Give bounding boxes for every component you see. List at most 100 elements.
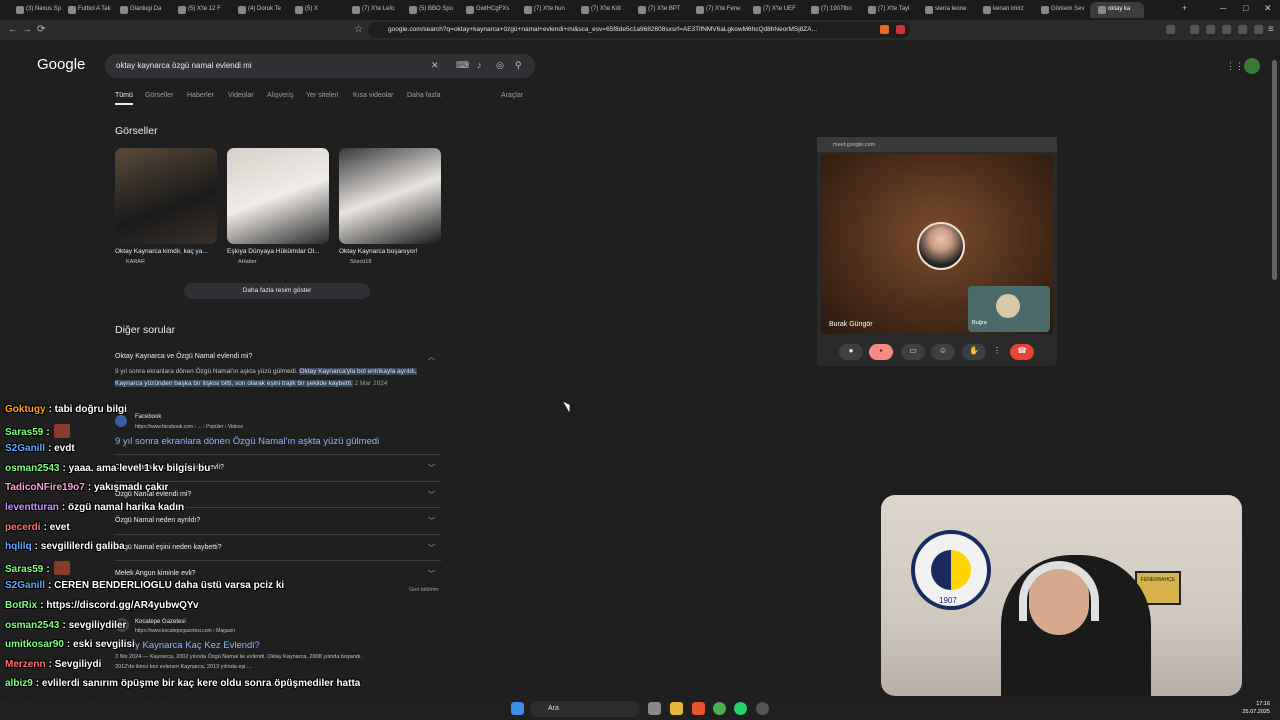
image-caption[interactable]: Oktay Kaynarca boşanıyor! [339, 248, 439, 255]
chat-username[interactable]: umitkosar90 [5, 639, 64, 650]
browser-tab[interactable]: (4) Doruk Te [230, 2, 284, 18]
browser-tab[interactable]: kenan imirz [975, 2, 1029, 18]
filter-shopping[interactable]: Alışveriş [267, 92, 293, 99]
question-row[interactable]: Özgü Namal eşini neden kaybetti? ﹀ [115, 534, 441, 560]
browser-tab[interactable]: (7) X'te UEF [745, 2, 799, 18]
meet-pip-window[interactable]: meet.google.com Burak Güngör Buğra ● ▪ ▭… [817, 137, 1057, 366]
browser-tab[interactable]: Glanlugi Da [112, 2, 166, 18]
brave-icon[interactable] [692, 702, 705, 715]
tools-button[interactable]: Araçlar [501, 92, 523, 99]
browser-tab[interactable]: (7) X'te Tayl [860, 2, 914, 18]
chat-username[interactable]: Goktugy [5, 404, 46, 415]
browser-tab[interactable]: (3) Nexus Sp [8, 2, 62, 18]
chat-username[interactable]: pecerdi [5, 522, 41, 533]
chat-username[interactable]: osman2543 [5, 620, 59, 631]
start-icon[interactable] [511, 702, 524, 715]
bookmark-icon[interactable]: ☆ [354, 24, 363, 35]
filter-news[interactable]: Haberler [187, 92, 214, 99]
forward-icon[interactable]: → [22, 24, 32, 35]
taskbar-search[interactable]: Ara [530, 701, 640, 717]
browser-tab[interactable]: GwtHCgFXs [458, 2, 512, 18]
browser-tab[interactable]: Görkem Sev [1033, 2, 1087, 18]
wallet-icon[interactable] [1222, 25, 1231, 34]
google-logo[interactable]: Google [37, 56, 85, 73]
vpn-icon[interactable] [1254, 25, 1263, 34]
image-caption[interactable]: Eşkıya Dünyaya Hükümdar Ol... [227, 248, 327, 255]
image-caption[interactable]: Oktay Kaynarca kimdir, kaç ya... [115, 248, 215, 255]
new-tab-button[interactable]: + [1182, 3, 1187, 13]
menu-icon[interactable]: ≡ [1268, 24, 1274, 35]
media-icon[interactable] [1190, 25, 1199, 34]
chat-username[interactable]: Saras59 [5, 427, 43, 438]
sidebar-icon[interactable] [1166, 25, 1175, 34]
explorer-icon[interactable] [670, 702, 683, 715]
result-title[interactable]: Oktay Kaynarca Kaç Kez Evlendi? [115, 640, 260, 651]
filter-all[interactable]: Tümü [115, 92, 133, 105]
more-images-button[interactable]: Daha fazla resim göster [184, 283, 370, 299]
emoji-icon[interactable]: ☺ [931, 344, 955, 360]
clear-icon[interactable]: ✕ [431, 60, 439, 71]
filter-more[interactable]: Daha fazla [407, 92, 440, 99]
whatsapp-icon[interactable] [734, 702, 747, 715]
taskview-icon[interactable] [648, 702, 661, 715]
mic-icon[interactable]: ♪ [477, 60, 482, 70]
url-field[interactable]: google.com/search?q=oktay+kaynarca+özgü+… [368, 22, 910, 38]
chat-username[interactable]: BotRix [5, 600, 37, 611]
chat-username[interactable]: Merzenn [5, 659, 46, 670]
chat-username[interactable]: S2Ganill [5, 443, 45, 454]
scrollbar[interactable] [1272, 60, 1277, 280]
obs-icon[interactable] [756, 702, 769, 715]
extension-icon[interactable] [896, 25, 905, 34]
image-result[interactable] [339, 148, 441, 244]
browser-tab[interactable]: (7) X'te Lefo [344, 2, 398, 18]
browser-tab[interactable]: oktay ka [1090, 2, 1144, 18]
filter-places[interactable]: Yer siteleri [306, 92, 338, 99]
present-icon[interactable]: ▭ [901, 344, 925, 360]
image-result[interactable] [227, 148, 329, 244]
chat-username[interactable]: Saras59 [5, 564, 43, 575]
leo-icon[interactable] [1238, 25, 1247, 34]
clock[interactable]: 17:16 25.07.2025 [1242, 700, 1270, 716]
browser-tab[interactable]: (7) X'te Köt [573, 2, 627, 18]
chat-username[interactable]: osman2543 [5, 463, 59, 474]
browser-tab[interactable]: (7) X'te hun [516, 2, 570, 18]
image-result[interactable] [115, 148, 217, 244]
mic-icon[interactable]: ● [839, 344, 863, 360]
browser-tab[interactable]: (7) X'te BPT [630, 2, 684, 18]
camera-off-icon[interactable]: ▪ [869, 344, 893, 360]
browser-tab[interactable]: (5) X'te 12 F [170, 2, 224, 18]
maximize-button[interactable]: □ [1243, 3, 1248, 13]
browser-tab[interactable]: sierra leone [917, 2, 971, 18]
filter-videos[interactable]: Videolar [228, 92, 254, 99]
raise-hand-icon[interactable]: ✋ [962, 344, 986, 360]
minimize-button[interactable]: ─ [1220, 3, 1226, 13]
chat-username[interactable]: albiz9 [5, 678, 33, 689]
filter-images[interactable]: Görseller [145, 92, 173, 99]
lens-icon[interactable]: ◎ [496, 60, 504, 71]
search-icon[interactable]: ⚲ [515, 60, 522, 71]
more-options-icon[interactable]: ⋮ [991, 344, 1003, 360]
apps-icon[interactable]: ⋮⋮ [1226, 61, 1244, 72]
filter-short-videos[interactable]: Kısa videolar [353, 92, 393, 99]
browser-tab[interactable]: (5) BBO Spo [401, 2, 455, 18]
close-window-button[interactable]: ✕ [1264, 3, 1272, 14]
back-icon[interactable]: ← [8, 24, 18, 35]
keyboard-icon[interactable]: ⌨ [456, 60, 469, 71]
answer-link[interactable]: 9 yıl sonra ekranlara dönen Özgü Namal'ı… [115, 436, 379, 447]
chat-username[interactable]: hqlilq [5, 541, 32, 552]
leave-call-icon[interactable]: ☎ [1010, 344, 1034, 360]
chrome-icon[interactable] [713, 702, 726, 715]
avatar[interactable] [1244, 58, 1260, 74]
brave-shield-icon[interactable] [880, 25, 889, 34]
chat-username[interactable]: leventturan [5, 502, 59, 513]
browser-tab[interactable]: (5) X [287, 2, 341, 18]
browser-tab[interactable]: (7) 1907fbo [803, 2, 857, 18]
browser-tab[interactable]: Futbol A Tak [60, 2, 114, 18]
feedback-link[interactable]: Geri bildirim [409, 587, 438, 593]
search-input[interactable]: oktay kaynarca özgü namal evlendi mi [116, 61, 252, 70]
chat-username[interactable]: TadicoNFire19o7 [5, 482, 85, 493]
chat-username[interactable]: S2Ganill [5, 580, 45, 591]
search-box[interactable]: oktay kaynarca özgü namal evlendi mi ✕ ⌨… [105, 54, 535, 78]
reload-icon[interactable]: ⟳ [37, 24, 45, 35]
reading-icon[interactable] [1206, 25, 1215, 34]
